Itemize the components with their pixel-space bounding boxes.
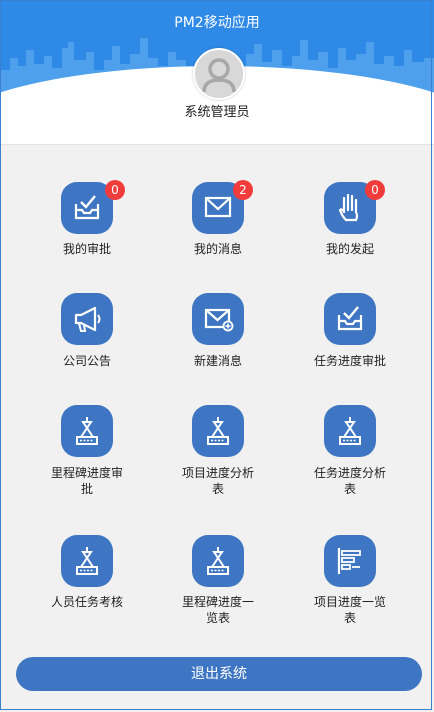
window-border bbox=[0, 0, 432, 710]
